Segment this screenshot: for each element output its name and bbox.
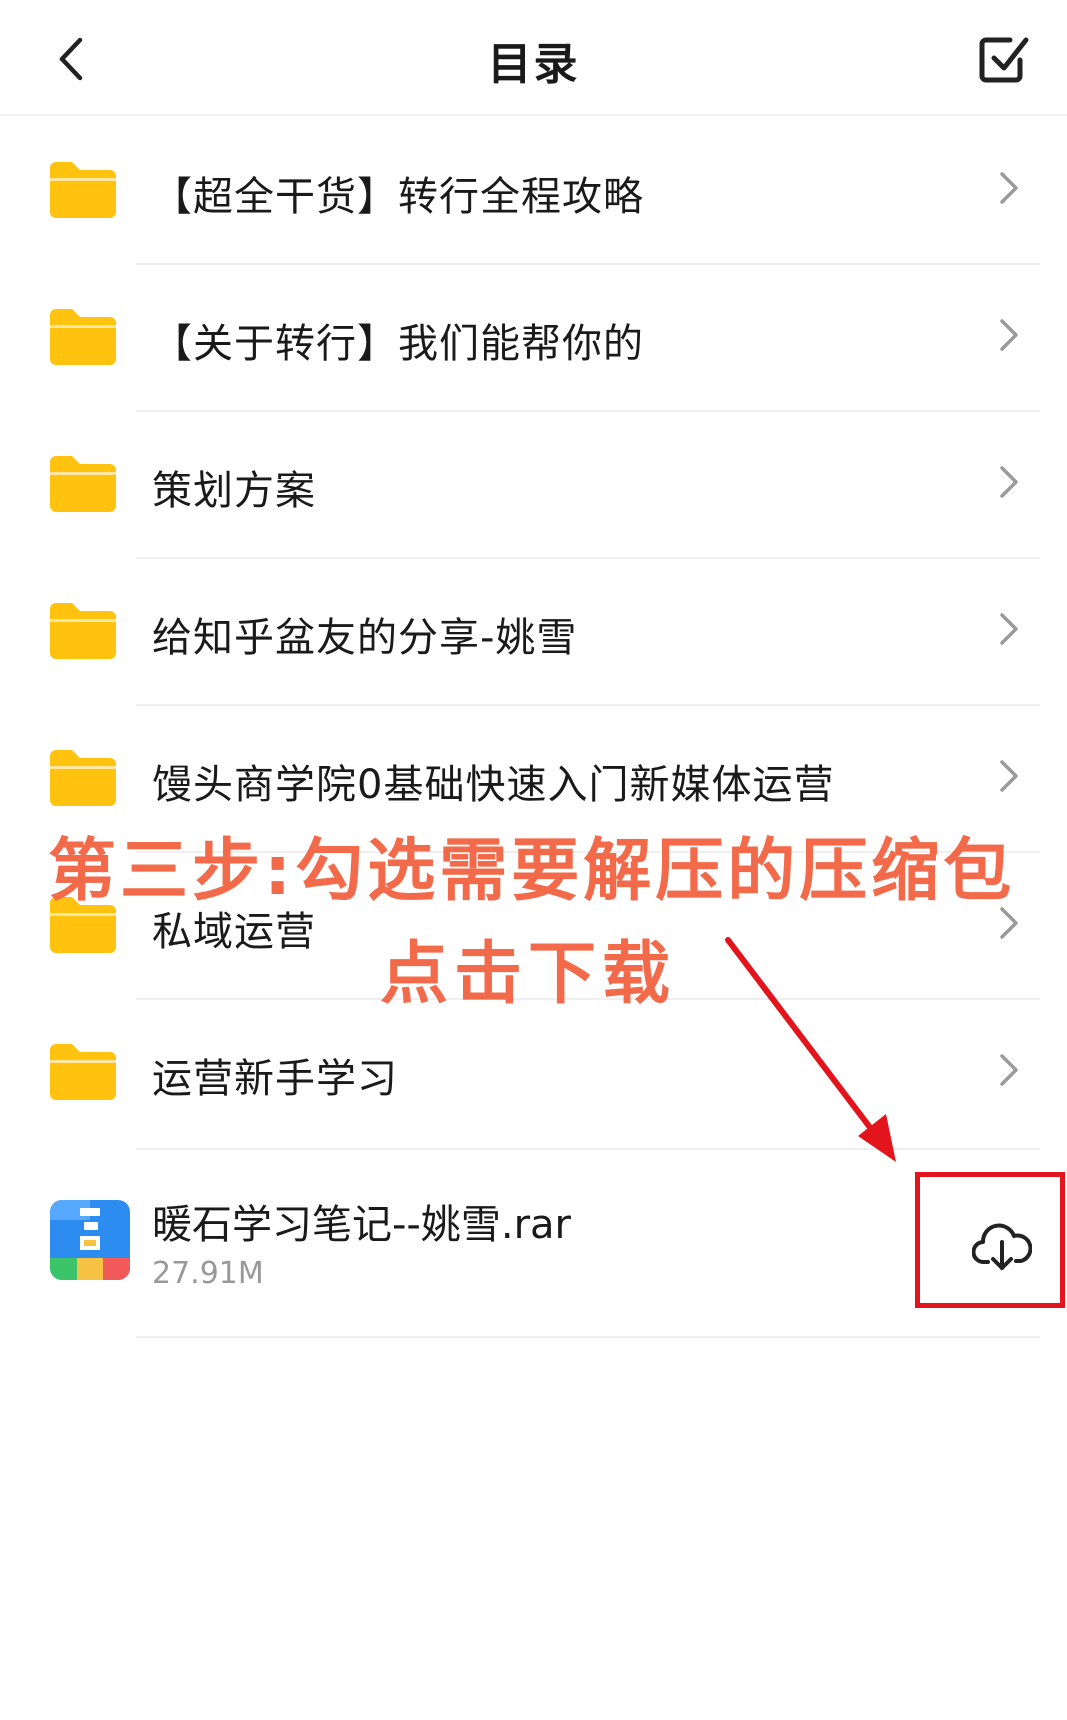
folder-row[interactable]: 【超全干货】转行全程攻略 <box>0 116 1067 263</box>
file-name: 暖石学习笔记--姚雪.rar <box>152 1202 571 1248</box>
folder-row[interactable]: 给知乎盆友的分享-姚雪 <box>0 557 1067 704</box>
chevron-right-icon <box>1000 172 1018 204</box>
folder-icon <box>50 603 116 659</box>
page-title: 目录 <box>487 39 580 90</box>
folder-name: 运营新手学习 <box>152 1056 398 1102</box>
chevron-right-icon <box>1000 760 1018 792</box>
chevron-right-icon <box>1000 466 1018 498</box>
red-arrow-annotation <box>725 937 896 1162</box>
folder-name: 馒头商学院0基础快速入门新媒体运营 <box>152 762 835 808</box>
folder-icon <box>50 456 116 512</box>
top-bar: 目录 <box>0 0 1067 116</box>
file-row[interactable]: 暖石学习笔记--姚雪.rar 27.91M <box>0 1150 1067 1336</box>
folder-icon <box>50 309 116 365</box>
annotation-step-text: 第三步:勾选需要解压的压缩包 <box>48 832 1016 911</box>
chevron-right-icon <box>1000 613 1018 645</box>
folder-name: 策划方案 <box>152 468 316 514</box>
folder-icon <box>50 750 116 806</box>
rar-archive-icon <box>50 1200 130 1280</box>
folder-name: 【关于转行】我们能帮你的 <box>152 321 644 367</box>
annotation-action-text: 点击下载 <box>380 935 677 1014</box>
chevron-right-icon <box>1000 319 1018 351</box>
folder-name: 【超全干货】转行全程攻略 <box>152 174 644 220</box>
file-size: 27.91M <box>152 1256 264 1291</box>
highlight-box-annotation <box>915 1172 1065 1308</box>
folder-icon <box>50 1044 116 1100</box>
divider <box>136 1336 1040 1338</box>
folder-row[interactable]: 【关于转行】我们能帮你的 <box>0 263 1067 410</box>
multi-select-checkbox-icon[interactable] <box>976 30 1032 86</box>
folder-icon <box>50 162 116 218</box>
chevron-right-icon <box>1000 1054 1018 1086</box>
folder-row[interactable]: 策划方案 <box>0 410 1067 557</box>
folder-name: 给知乎盆友的分享-姚雪 <box>152 615 578 661</box>
